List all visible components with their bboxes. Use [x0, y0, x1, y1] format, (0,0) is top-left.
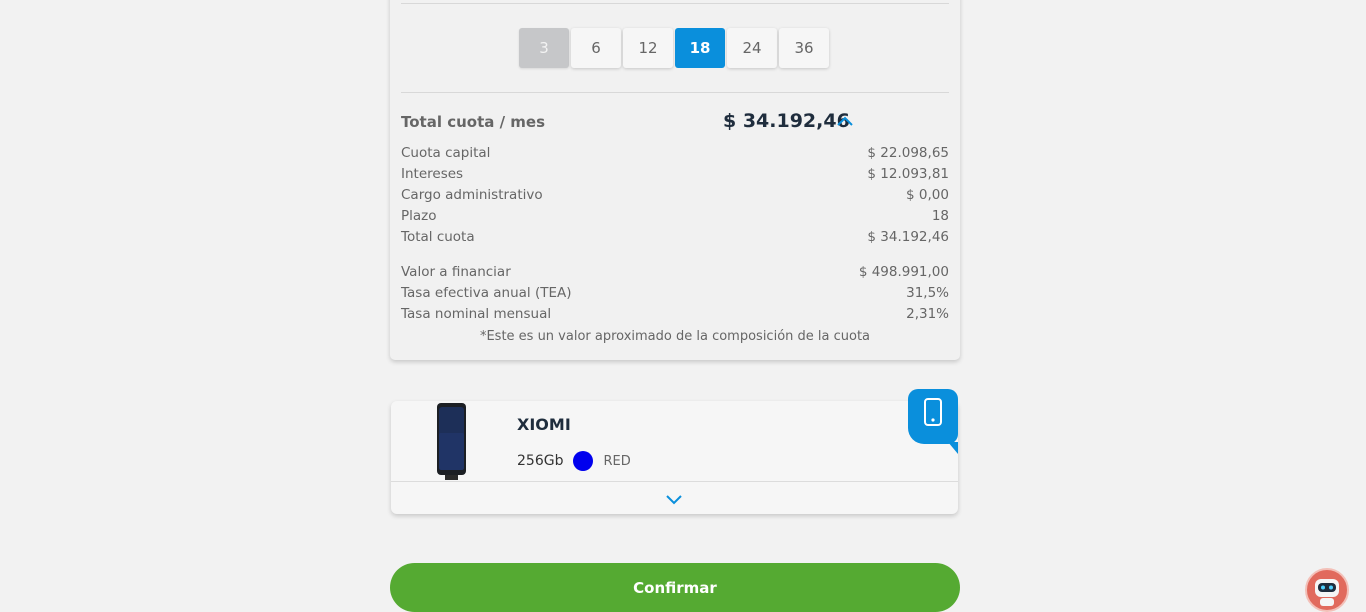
breakdown-value: 31,5% [906, 284, 949, 301]
chevron-up-icon[interactable] [836, 115, 854, 127]
product-card: XIOMI 256Gb RED [391, 389, 958, 514]
breakdown-value: $ 22.098,65 [867, 144, 949, 161]
quota-card: 3 6 12 18 24 36 Total cuota / mes $ 34.1… [390, 0, 960, 360]
breakdown-value: $ 498.991,00 [858, 263, 949, 280]
breakdown-value: 18 [931, 207, 949, 224]
divider [391, 481, 958, 482]
breakdown-row: Cargo administrativo $ 0,00 [401, 184, 949, 205]
breakdown-list: Cuota capital $ 22.098,65 Intereses $ 12… [401, 142, 949, 324]
total-label: Total cuota / mes [401, 113, 546, 131]
breakdown-label: Plazo [401, 207, 437, 224]
confirm-button[interactable]: Confirmar [390, 563, 960, 612]
divider [401, 3, 949, 4]
total-value: $ 34.192,46 [723, 110, 850, 132]
breakdown-row: Intereses $ 12.093,81 [401, 163, 949, 184]
chevron-down-icon[interactable] [665, 493, 683, 505]
chatbot-button[interactable] [1305, 568, 1349, 612]
breakdown-row: Cuota capital $ 22.098,65 [401, 142, 949, 163]
product-color: RED [603, 453, 631, 469]
breakdown-value: $ 0,00 [906, 186, 949, 203]
term-option-12[interactable]: 12 [623, 28, 673, 68]
product-name: XIOMI [517, 415, 571, 434]
term-option-24[interactable]: 24 [727, 28, 777, 68]
page: 3 6 12 18 24 36 Total cuota / mes $ 34.1… [0, 0, 1366, 612]
term-option-6[interactable]: 6 [571, 28, 621, 68]
breakdown-row: Total cuota $ 34.192,46 [401, 226, 949, 247]
divider [401, 92, 949, 93]
term-selector: 3 6 12 18 24 36 [519, 28, 829, 68]
product-meta: 256Gb RED [517, 451, 631, 471]
breakdown-row: Plazo 18 [401, 205, 949, 226]
breakdown-value: $ 12.093,81 [867, 165, 949, 182]
breakdown-label: Tasa efectiva anual (TEA) [401, 284, 572, 301]
color-swatch [573, 451, 594, 471]
breakdown-row: Tasa efectiva anual (TEA) 31,5% [401, 282, 949, 303]
product-storage: 256Gb [517, 453, 564, 469]
breakdown-label: Cuota capital [401, 144, 491, 161]
robot-icon [1315, 579, 1339, 606]
term-option-3: 3 [519, 28, 569, 68]
phone-image [437, 403, 466, 480]
smartphone-icon [924, 398, 942, 426]
device-tag [908, 389, 958, 454]
breakdown-label: Total cuota [401, 228, 475, 245]
breakdown-value: 2,31% [906, 305, 949, 322]
breakdown-label: Valor a financiar [401, 263, 511, 280]
breakdown-label: Tasa nominal mensual [401, 305, 552, 322]
breakdown-label: Intereses [401, 165, 464, 182]
breakdown-label: Cargo administrativo [401, 186, 543, 203]
breakdown-value: $ 34.192,46 [867, 228, 949, 245]
breakdown-row: Valor a financiar $ 498.991,00 [401, 261, 949, 282]
term-option-36[interactable]: 36 [779, 28, 829, 68]
breakdown-row: Tasa nominal mensual 2,31% [401, 303, 949, 324]
disclaimer-note: *Este es un valor aproximado de la compo… [479, 329, 871, 344]
term-option-18[interactable]: 18 [675, 28, 725, 68]
